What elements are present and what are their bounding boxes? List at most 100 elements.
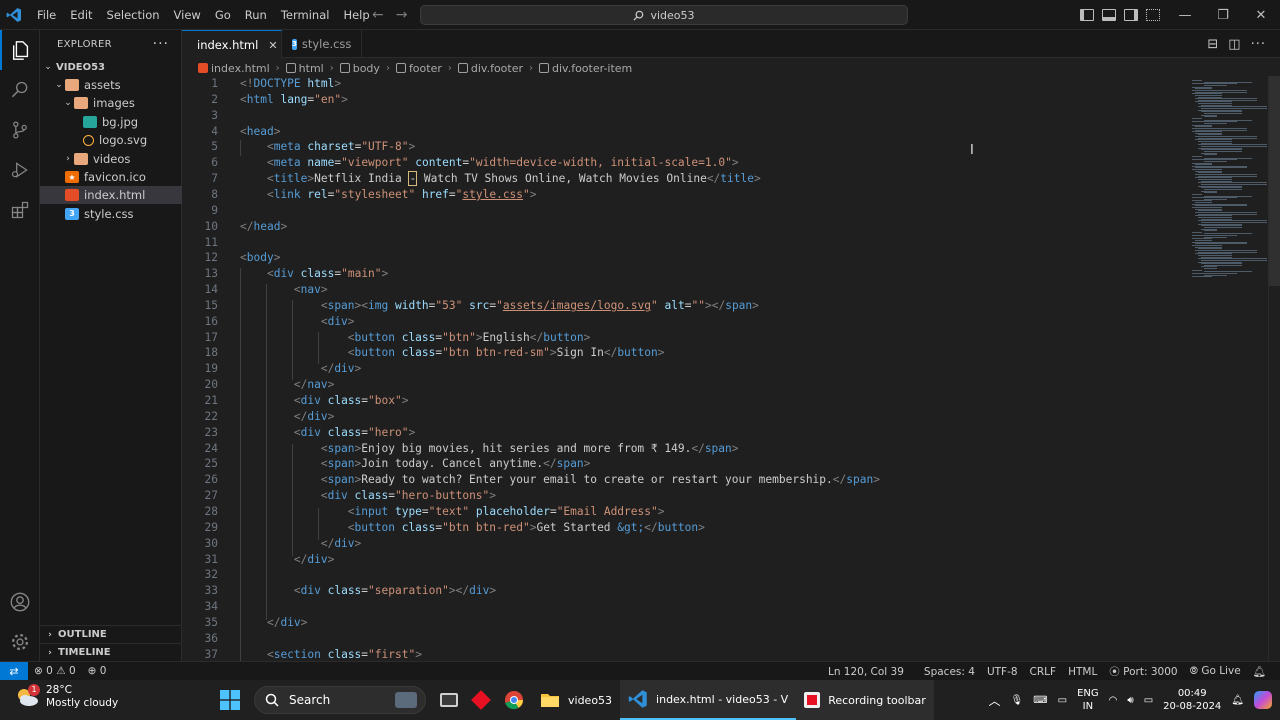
forward-arrow-icon[interactable]: → — [396, 7, 408, 23]
close-window-icon[interactable]: ✕ — [1242, 0, 1280, 30]
breadcrumb-item[interactable]: body — [339, 62, 380, 75]
code-token: "text" — [428, 504, 470, 518]
toggle-secondary-sidebar-icon[interactable] — [1124, 9, 1138, 21]
code-token: <! — [240, 77, 254, 90]
menu-item-go[interactable]: Go — [208, 0, 238, 30]
taskbar-chrome[interactable] — [496, 680, 532, 720]
extensions-icon[interactable] — [0, 190, 40, 230]
keyboard-icon[interactable]: ⌨︎ — [1033, 695, 1047, 706]
display-icon[interactable]: ▭ — [1058, 695, 1067, 706]
toggle-primary-sidebar-icon[interactable] — [1080, 9, 1094, 21]
code-token: class — [327, 394, 362, 407]
go-live-button[interactable]: ⦾ Go Live — [1184, 665, 1247, 678]
menu-item-edit[interactable]: Edit — [63, 0, 99, 30]
more-actions-icon[interactable]: ··· — [1251, 37, 1266, 52]
tree-item-videos[interactable]: › videos — [40, 150, 182, 168]
scrollbar-thumb[interactable] — [1269, 76, 1280, 286]
battery-icon[interactable]: ▭ — [1144, 695, 1153, 706]
outline-section[interactable]: › OUTLINE — [40, 625, 182, 643]
menu-item-selection[interactable]: Selection — [100, 0, 167, 30]
menu-item-file[interactable]: File — [30, 0, 63, 30]
language-mode[interactable]: HTML — [1062, 666, 1103, 678]
line-number: 36 — [204, 631, 218, 645]
breadcrumb-item[interactable]: footer — [395, 62, 442, 75]
start-button[interactable] — [212, 680, 248, 720]
taskbar-recording-toolbar[interactable]: Recording toolbar — [796, 680, 934, 720]
search-icon[interactable] — [0, 70, 40, 110]
cursor-position[interactable]: Ln 120, Col 39 — [822, 666, 910, 678]
wifi-icon[interactable]: ◠ — [1109, 695, 1118, 706]
back-arrow-icon[interactable]: ← — [372, 7, 384, 23]
remote-indicator-icon[interactable]: ⇄ — [0, 661, 28, 681]
microphone-icon[interactable]: 🎙︎ — [1011, 695, 1024, 706]
source-control-icon[interactable] — [0, 110, 40, 150]
taskbar-app-red[interactable] — [466, 680, 496, 720]
tab-index-html[interactable]: index.html ✕ — [182, 30, 282, 59]
clock[interactable]: 00:49 20-08-2024 — [1163, 687, 1221, 713]
minimize-icon[interactable]: — — [1166, 0, 1204, 30]
split-editor-icon[interactable]: ◫ — [1228, 37, 1240, 52]
workspace-root[interactable]: ⌄ VIDEO53 — [40, 58, 182, 76]
tree-item-index-html[interactable]: index.html — [40, 186, 182, 205]
run-debug-icon[interactable] — [0, 150, 40, 190]
tree-item-logo-svg[interactable]: logo.svg — [40, 131, 182, 149]
explorer-icon[interactable] — [0, 30, 40, 70]
code-token: </ — [603, 346, 618, 360]
close-tab-icon[interactable]: ✕ — [268, 39, 277, 52]
taskbar-vscode[interactable]: index.html - video53 - V — [620, 680, 797, 720]
task-view-button[interactable] — [432, 680, 466, 720]
notifications-bell-icon[interactable]: 🔔︎ — [1247, 665, 1272, 678]
tree-item-images[interactable]: ⌄ images — [40, 94, 182, 112]
minimap[interactable] — [1188, 76, 1268, 661]
menu-item-run[interactable]: Run — [238, 0, 274, 30]
code-token: > — [341, 92, 348, 106]
code-token: > — [731, 156, 739, 170]
maximize-icon[interactable]: ❐ — [1204, 0, 1242, 30]
command-center-search[interactable]: video53 — [420, 5, 908, 25]
code-token: span — [327, 457, 355, 471]
timeline-section[interactable]: › TIMELINE — [40, 643, 182, 661]
breadcrumb-item[interactable]: html — [285, 62, 324, 75]
weather-widget[interactable]: 1 28°C Mostly cloudy — [14, 684, 118, 710]
language-indicator[interactable]: ENG IN — [1077, 687, 1099, 713]
code-token: < — [293, 394, 301, 407]
end-of-line[interactable]: CRLF — [1024, 666, 1063, 678]
code-token: width — [394, 298, 429, 312]
tree-item-bg-jpg[interactable]: bg.jpg — [40, 113, 182, 131]
code-line: 28 <input type="text" placeholder="Email… — [182, 504, 1188, 520]
more-actions-icon[interactable]: ··· — [153, 36, 169, 52]
encoding[interactable]: UTF-8 — [981, 666, 1024, 678]
problems-indicator[interactable]: ⊗ 0 ⚠ 0 — [28, 665, 82, 677]
toggle-panel-icon[interactable] — [1102, 9, 1116, 21]
tree-item-favicon-ico[interactable]: ★ favicon.ico — [40, 168, 182, 186]
open-preview-icon[interactable]: ⊟ — [1207, 37, 1218, 52]
code-token: </ — [832, 473, 847, 487]
copilot-icon[interactable] — [1254, 691, 1272, 709]
mouse-ibeam-cursor-icon: I — [970, 143, 974, 158]
breadcrumb-item[interactable]: div.footer — [457, 62, 523, 75]
menu-item-view[interactable]: View — [167, 0, 208, 30]
code-token: head — [253, 219, 281, 233]
customize-layout-icon[interactable] — [1146, 9, 1160, 21]
taskbar-search[interactable]: Search — [254, 686, 426, 714]
code-editor[interactable]: 1 <!DOCTYPE html> 2 <html lang="en"> 3 4 <head… — [182, 76, 1188, 661]
menu-item-help[interactable]: Help — [336, 0, 376, 30]
indentation[interactable]: Spaces: 4 — [918, 666, 981, 678]
tree-item-style-css[interactable]: 3 style.css — [40, 205, 182, 223]
line-number: 13 — [204, 267, 218, 281]
tray-overflow-icon[interactable]: ︿ — [989, 692, 1001, 709]
volume-icon[interactable]: 🔊︎ — [1127, 695, 1133, 706]
taskbar-file-explorer[interactable]: video53 — [532, 680, 620, 720]
port-indicator[interactable]: ⦿ Port: 3000 — [1103, 664, 1183, 679]
breadcrumb-item[interactable]: div.footer-item — [539, 62, 632, 75]
menu-item-terminal[interactable]: Terminal — [274, 0, 337, 30]
taskbar-apps: Search video53 index.html - video53 - V … — [212, 680, 934, 720]
tab-style-css[interactable]: 3 style.css — [282, 30, 362, 58]
minimap-line — [1204, 268, 1217, 270]
notification-bell-icon[interactable]: 🔔︎ — [1231, 695, 1244, 706]
tree-item-assets[interactable]: ⌄ assets — [40, 76, 182, 94]
ports-indicator[interactable]: ⊕ 0 — [82, 665, 113, 677]
settings-gear-icon[interactable] — [0, 622, 40, 662]
breadcrumb-item[interactable]: index.html — [198, 62, 270, 75]
accounts-icon[interactable] — [0, 582, 40, 622]
